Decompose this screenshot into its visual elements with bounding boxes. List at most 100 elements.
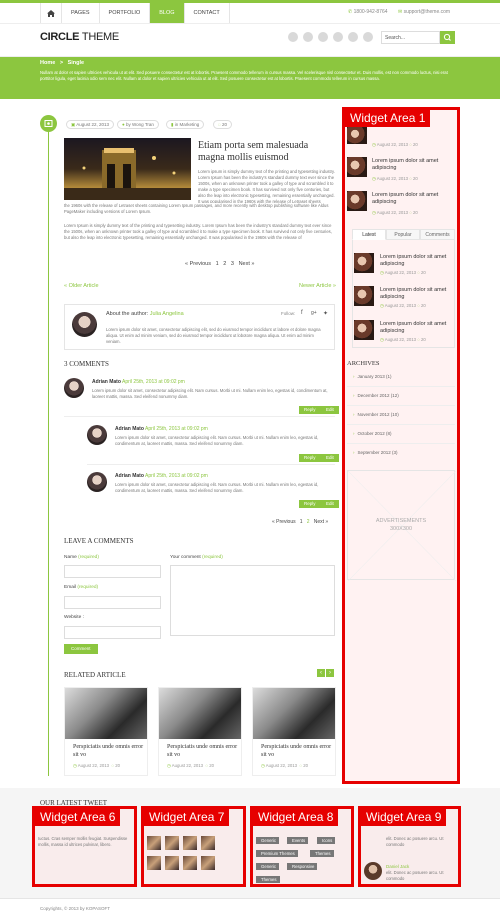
dribbble-icon[interactable] <box>303 32 313 42</box>
nav-home[interactable] <box>40 3 62 23</box>
breadcrumb-current: Single <box>67 60 85 66</box>
edit-button[interactable]: Edit <box>321 406 339 414</box>
pager-1[interactable]: 1 <box>216 261 219 267</box>
flickr-thumb[interactable] <box>165 836 179 850</box>
post-category[interactable]: ▮ in Marketing <box>166 120 205 129</box>
flickr-thumb[interactable] <box>147 836 161 850</box>
comments-pager-prev[interactable]: « Previous <box>272 519 296 525</box>
post-author[interactable]: ● by Wong Tran <box>117 120 159 129</box>
name-field[interactable] <box>64 565 161 578</box>
clock-icon: ◷ <box>167 763 171 768</box>
tab-comments[interactable]: Comments <box>420 229 455 240</box>
widget-area-8-label: Widget Area 8 <box>253 809 339 826</box>
post-comments-count[interactable]: ◌ 20 <box>213 120 232 129</box>
edit-button[interactable]: Edit <box>321 454 339 462</box>
vimeo-icon[interactable] <box>348 32 358 42</box>
comment-text-1: Lorem ipsum dolor sit amet, consectetur … <box>92 388 328 399</box>
comments-pager-next[interactable]: Next » <box>314 519 328 525</box>
tag-link[interactable]: Generic <box>256 863 280 870</box>
related-next-button[interactable]: › <box>326 669 334 677</box>
commenter-avatar <box>87 472 107 492</box>
sidebar-thumb[interactable] <box>347 191 367 211</box>
widget-area-7-label: Widget Area 7 <box>144 809 230 826</box>
tag-link[interactable]: Responsive <box>287 863 318 870</box>
tag-link[interactable]: Events <box>287 837 309 844</box>
flickr-thumb[interactable] <box>201 836 215 850</box>
related-prev-button[interactable]: ‹ <box>317 669 325 677</box>
tag-link[interactable]: Themes <box>310 850 334 857</box>
tag-link[interactable]: Themes <box>256 876 280 883</box>
tag-link[interactable]: Premium Themes <box>256 850 298 857</box>
flickr-thumb[interactable] <box>183 856 197 870</box>
facebook-icon[interactable]: f <box>301 310 303 316</box>
pager-prev[interactable]: « Previous <box>185 261 211 267</box>
sidebar-thumb[interactable] <box>354 253 374 273</box>
sidebar-post-title[interactable]: Lorem ipsum dolor sit amet adipiscing <box>380 321 452 335</box>
archive-link[interactable]: October 2012 (8) <box>353 431 392 436</box>
flickr-thumb[interactable] <box>165 856 179 870</box>
nav-portfolio[interactable]: Portfolio <box>100 3 151 23</box>
submit-comment-button[interactable]: Comment <box>64 644 98 654</box>
leave-comment-title: LEAVE A COMMENTS <box>64 537 134 545</box>
testimonial-author[interactable]: Daniel Jack <box>386 864 409 869</box>
nav-pages[interactable]: Pages <box>62 3 100 23</box>
sidebar-thumb[interactable] <box>354 320 374 340</box>
older-article-link[interactable]: « Older Article <box>64 283 99 289</box>
sidebar-post-title[interactable]: Lorem ipsum dolor sit amet adipiscing <box>372 158 462 172</box>
sidebar-post-title[interactable]: Lorem ipsum dolor sit amet adipiscing <box>380 254 452 268</box>
site-logo[interactable]: CIRCLE THEME <box>40 31 119 43</box>
rss-icon[interactable] <box>288 32 298 42</box>
archive-link[interactable]: September 2012 (3) <box>353 450 398 455</box>
search-button[interactable] <box>440 31 455 44</box>
pager-2[interactable]: 2 <box>223 261 226 267</box>
tab-latest[interactable]: Latest <box>352 229 386 240</box>
comments-pager-1[interactable]: 1 <box>300 519 303 525</box>
tag-link[interactable]: Generic <box>256 837 280 844</box>
twitter-icon[interactable]: ✦ <box>323 310 328 317</box>
reply-button[interactable]: Reply <box>299 406 321 414</box>
pager-next[interactable]: Next » <box>239 261 255 267</box>
sidebar-post-title[interactable]: Lorem ipsum dolor sit amet adipiscing <box>372 192 462 206</box>
breadcrumb-home[interactable]: Home <box>40 60 55 66</box>
email-address[interactable]: ✉ support@theme.com <box>398 9 450 15</box>
reply-button[interactable]: Reply <box>299 500 321 508</box>
twitter-icon[interactable] <box>333 32 343 42</box>
pager-3[interactable]: 3 <box>231 261 234 267</box>
related-card[interactable]: Perspiciatis unde omnis error sit vo ◷ A… <box>158 687 242 776</box>
google-plus-icon[interactable]: g+ <box>311 310 317 316</box>
website-field[interactable] <box>64 626 161 639</box>
comments-pager-2[interactable]: 2 <box>307 519 310 525</box>
search-input[interactable]: Search... <box>381 31 440 44</box>
archive-link[interactable]: December 2012 (12) <box>353 393 399 398</box>
tab-popular[interactable]: Popular <box>386 229 420 240</box>
flickr-thumb[interactable] <box>183 836 197 850</box>
flickr-icon[interactable] <box>363 32 373 42</box>
flickr-thumb[interactable] <box>147 856 161 870</box>
related-card[interactable]: Perspiciatis unde omnis error sit vo ◷ A… <box>252 687 336 776</box>
archive-link[interactable]: January 2013 (1) <box>353 374 392 379</box>
author-name[interactable]: Julia Angelina <box>150 311 184 317</box>
nav-blog[interactable]: Blog <box>150 3 185 23</box>
sidebar-thumb[interactable] <box>354 286 374 306</box>
email-field[interactable] <box>64 596 161 609</box>
tag-link[interactable]: Icons <box>317 837 336 844</box>
nav-contact[interactable]: Contact <box>185 3 230 23</box>
sidebar-thumb[interactable] <box>347 127 367 144</box>
author-bio: Lorem ipsum dolor sit amet, consectetur … <box>106 327 321 344</box>
archive-link[interactable]: November 2012 (10) <box>353 412 399 417</box>
newer-article-link[interactable]: Newer Article » <box>299 283 336 289</box>
flickr-thumb[interactable] <box>201 856 215 870</box>
edit-button[interactable]: Edit <box>321 500 339 508</box>
sidebar-post-title[interactable]: Lorem ipsum dolor sit amet adipiscing <box>380 287 452 301</box>
website-label: Website : <box>64 615 84 620</box>
post-paragraph-2: Lorem Ipsum is simply dummy text of the … <box>64 223 332 240</box>
reply-button[interactable]: Reply <box>299 454 321 462</box>
advertisement-box[interactable]: ADVERTISEMENTS 300X300 <box>347 470 456 581</box>
sidebar-thumb[interactable] <box>347 157 367 177</box>
testimonial-avatar <box>364 862 382 880</box>
related-image <box>65 688 147 739</box>
facebook-icon[interactable] <box>318 32 328 42</box>
mail-icon: ✉ <box>398 9 403 15</box>
related-card[interactable]: Perspiciatis unde omnis error sit vo ◷ A… <box>64 687 148 776</box>
comment-textarea[interactable] <box>170 565 335 636</box>
